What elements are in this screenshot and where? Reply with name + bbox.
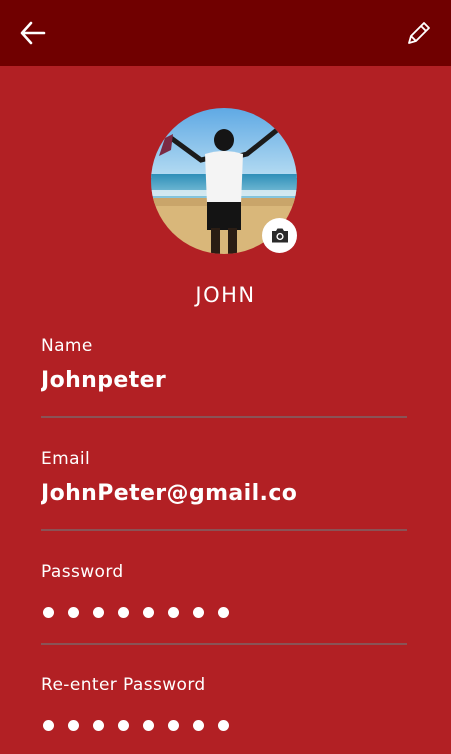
password-mask-dot: [43, 606, 54, 618]
password-mask-dot: [193, 719, 204, 731]
password-mask-dot: [68, 606, 79, 618]
password-label: Password: [41, 562, 124, 582]
arrow-left-icon: [20, 21, 46, 45]
edit-button[interactable]: [405, 19, 433, 47]
camera-icon: [271, 228, 288, 243]
reenter-password-field[interactable]: Re-enter Password: [41, 675, 407, 733]
password-mask-dot: [43, 719, 54, 731]
password-mask-dot: [93, 719, 104, 731]
email-label: Email: [41, 449, 91, 469]
back-button[interactable]: [18, 19, 48, 47]
password-mask-dot: [193, 606, 204, 618]
name-underline: [41, 416, 407, 418]
name-input[interactable]: Johnpeter: [41, 368, 407, 393]
password-mask-dot: [93, 606, 104, 618]
password-mask-dot: [143, 606, 154, 618]
password-mask-dot: [143, 719, 154, 731]
password-field[interactable]: Password: [41, 562, 407, 645]
profile-display-name: JOHN: [195, 283, 256, 307]
password-mask-dot: [168, 719, 179, 731]
email-field[interactable]: Email JohnPeter@gmail.co: [41, 449, 407, 531]
password-mask-dot: [218, 606, 229, 618]
top-app-bar: [0, 0, 451, 66]
password-mask-dot: [118, 719, 129, 731]
email-input[interactable]: JohnPeter@gmail.co: [41, 481, 407, 506]
reenter-password-label: Re-enter Password: [41, 675, 206, 695]
password-mask-dot: [218, 719, 229, 731]
password-mask-dot: [68, 719, 79, 731]
reenter-password-input[interactable]: [41, 717, 407, 733]
email-underline: [41, 529, 407, 531]
password-mask-dot: [168, 606, 179, 618]
pencil-icon: [408, 22, 430, 44]
password-underline: [41, 643, 407, 645]
name-field[interactable]: Name Johnpeter: [41, 336, 407, 418]
password-input[interactable]: [41, 604, 407, 620]
edit-profile-screen: JOHN Name Johnpeter Email JohnPeter@gmai…: [0, 0, 451, 754]
name-label: Name: [41, 336, 93, 356]
change-photo-button[interactable]: [262, 218, 297, 253]
password-mask-dot: [118, 606, 129, 618]
